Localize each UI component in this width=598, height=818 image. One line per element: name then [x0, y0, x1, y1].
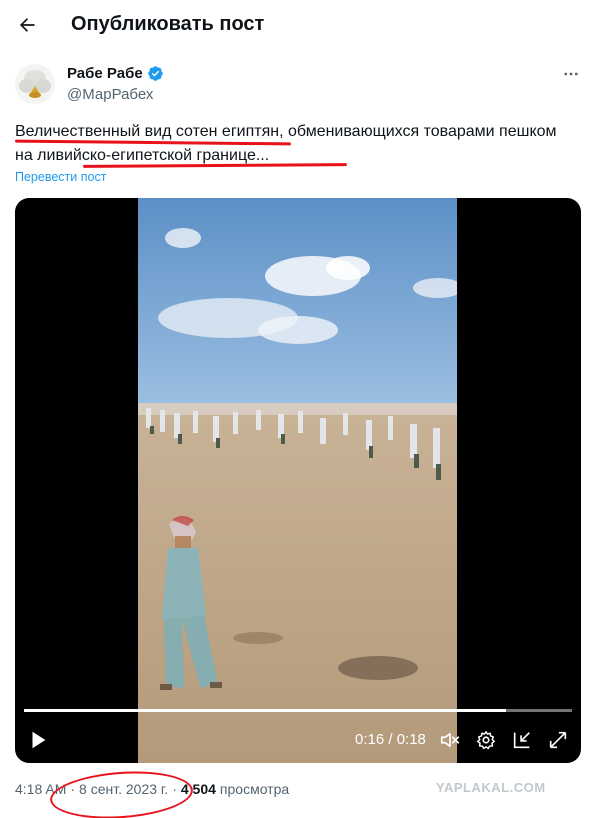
post-text-part1: Величественный вид сотен египтян, [15, 123, 284, 140]
video-frame [138, 198, 457, 763]
post-text-part4: ... [255, 147, 270, 164]
back-button[interactable] [14, 12, 40, 38]
post-text-part2: обменивающихся товарами пешком [283, 123, 557, 140]
page-title: Опубликовать пост [71, 13, 265, 35]
fullscreen-icon[interactable] [547, 729, 569, 751]
views-label: просмотра [219, 781, 290, 797]
author-name[interactable]: Рабе Рабе [67, 65, 164, 82]
watermark: YAPLAKAL.COM [436, 780, 546, 795]
author-handle[interactable]: @МарРабех [67, 86, 153, 103]
author-name-label: Рабе Рабе [67, 65, 143, 82]
play-icon[interactable] [27, 729, 49, 751]
page-header: Опубликовать пост [0, 0, 598, 52]
more-horizontal-icon [564, 72, 578, 76]
settings-icon[interactable] [475, 729, 497, 751]
post-text-part3: на ливийско-египетской границе [15, 147, 256, 164]
video-player[interactable]: 0:16 / 0:18 [15, 198, 581, 763]
translate-post-link[interactable]: Перевести пост [15, 170, 106, 184]
avatar[interactable] [15, 64, 55, 104]
more-options-button[interactable] [561, 64, 581, 84]
annotation-circle [48, 767, 195, 818]
verified-badge-icon [147, 66, 163, 81]
arrow-left-icon [20, 18, 35, 32]
video-time: 0:16 / 0:18 [355, 731, 426, 748]
video-thumbnail [138, 198, 457, 763]
post-text: Величественный вид сотен египтян, обмени… [15, 120, 575, 168]
video-progress-fill [24, 709, 507, 712]
avatar-image [15, 64, 55, 104]
video-progress-bar[interactable] [24, 709, 572, 712]
mute-icon[interactable] [439, 729, 461, 751]
exit-fullscreen-icon[interactable] [511, 729, 533, 751]
